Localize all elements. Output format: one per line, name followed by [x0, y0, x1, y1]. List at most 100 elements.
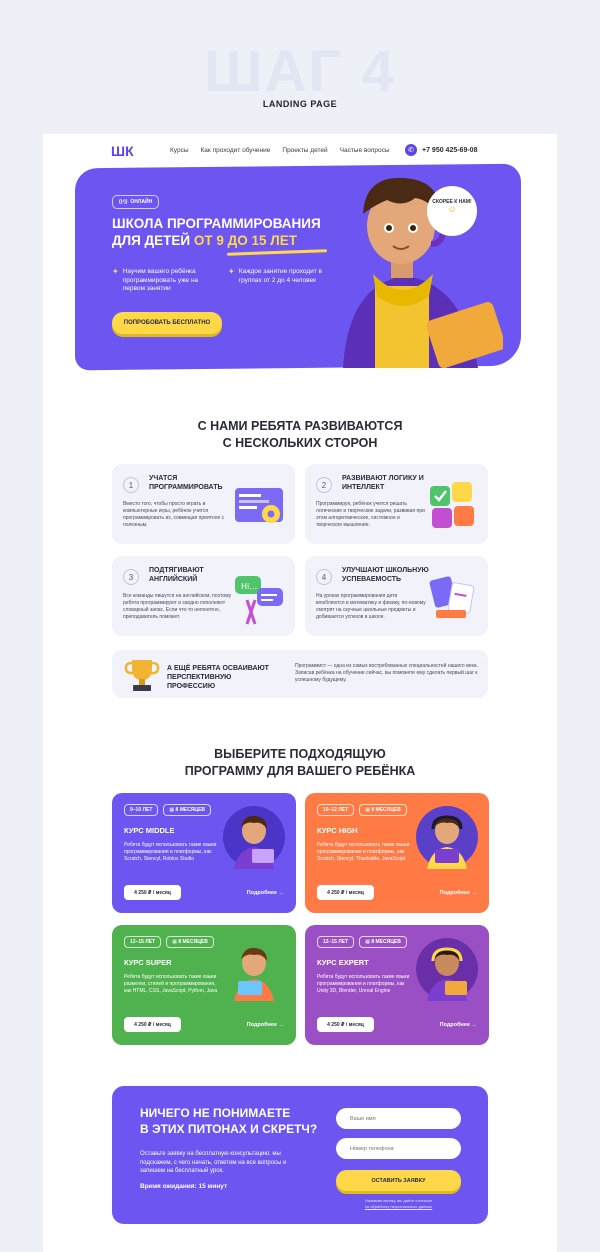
- courses-title-line-2: ПРОГРАММУ ДЛЯ ВАШЕГО РЕБЁНКА: [184, 764, 416, 778]
- svg-text:Hi…: Hi…: [241, 582, 257, 591]
- feature-card-english: 3 ПОДТЯГИВАЮТ АНГЛИЙСКИЙ Все команды пиш…: [112, 556, 295, 636]
- try-free-button[interactable]: ПОПРОБОВАТЬ БЕСПЛАТНО: [112, 312, 222, 334]
- consent-link[interactable]: на обработку персональных данных: [365, 1204, 432, 1209]
- broadcast-icon: ((•)): [119, 199, 128, 205]
- course-title: КУРС SUPER: [124, 958, 172, 967]
- nav-links: Курсы Как проходит обучение Проекты дете…: [170, 147, 390, 154]
- feature-desc: Все команды пишутся на английском, поэто…: [123, 593, 232, 620]
- trophy-icon: [124, 660, 160, 691]
- feature-number: 4: [316, 569, 332, 585]
- course-duration: 8 МЕСЯЦЕВ: [178, 939, 208, 945]
- courses-title: ВЫБЕРИТЕ ПОДХОДЯЩУЮ ПРОГРАММУ ДЛЯ ВАШЕГО…: [43, 746, 557, 780]
- chat-bubble-icon: Hi…: [235, 576, 283, 625]
- books-icon: [429, 576, 475, 618]
- nav-link-projects[interactable]: Проекты детей: [282, 147, 327, 154]
- course-duration: 8 МЕСЯЦЕВ: [175, 807, 206, 813]
- course-card-middle[interactable]: 9–10 ЛЕТ ▦ 8 МЕСЯЦЕВ КУРС MIDDLE Ребята …: [112, 793, 296, 913]
- step-background-title: ШАГ 4: [204, 39, 396, 104]
- course-duration: 8 МЕСЯЦЕВ: [371, 939, 401, 945]
- nav-link-faq[interactable]: Частые вопросы: [340, 147, 390, 154]
- profession-title: А ЕЩЁ РЕБЯТА ОСВАИВАЮТ ПЕРСПЕКТИВНУЮ ПРО…: [167, 665, 269, 690]
- kid-avatar: [416, 806, 478, 869]
- form-title-line-2: В ЭТИХ ПИТОНАХ И СКРЕТЧ?: [140, 1122, 318, 1136]
- profession-desc: Программист — одна из самых востребованн…: [295, 663, 478, 683]
- course-desc: Ребята будут использовать такие языки пр…: [317, 974, 410, 994]
- course-desc: Ребята будут использовать такие языки пр…: [124, 842, 217, 862]
- course-price: 4 250 ₽ / месяц: [317, 885, 374, 900]
- hero-bullet-1-text: Научим вашего ребёнка программировать уж…: [122, 268, 199, 292]
- course-price: 4 250 ₽ / месяц: [124, 1017, 181, 1032]
- hero-title-highlight: ОТ 9 ДО 15 ЛЕТ: [193, 233, 298, 248]
- hero-kid-illustration: [343, 177, 503, 368]
- online-tag-label: ОНЛАЙН: [130, 199, 153, 205]
- features-title-line-1: С НАМИ РЕБЯТА РАЗВИВАЮТСЯ: [197, 419, 403, 433]
- kid-avatar: [223, 806, 285, 869]
- step-label: LANDING PAGE: [262, 99, 338, 109]
- feature-desc: Вместо того, чтобы просто играть в компь…: [123, 501, 225, 528]
- feature-number: 3: [123, 569, 139, 585]
- sparkle-icon: ✦: [228, 267, 235, 276]
- phone-contact[interactable]: ✆ +7 950 425-69-08: [405, 144, 477, 156]
- course-duration-chip: ▦ 8 МЕСЯЦЕВ: [359, 804, 407, 816]
- course-age-chip: 10–12 ЛЕТ: [317, 804, 355, 816]
- course-more-link[interactable]: Подробнее →: [440, 1022, 477, 1028]
- form-title-line-1: НИЧЕГО НЕ ПОНИМАЕТЕ: [140, 1106, 291, 1120]
- name-input[interactable]: [336, 1108, 461, 1129]
- feature-number: 2: [316, 477, 332, 493]
- course-age-chip: 9–10 ЛЕТ: [124, 804, 159, 816]
- form-wait-time: Время ожидания: 15 минут: [140, 1183, 228, 1190]
- code-window-icon: [235, 488, 283, 523]
- course-duration-chip: ▦ 8 МЕСЯЦЕВ: [166, 936, 214, 948]
- feature-title: РАЗВИВАЮТ ЛОГИКУ И ИНТЕЛЛЕКТ: [342, 475, 424, 491]
- course-price: 4 250 ₽ / месяц: [317, 1017, 374, 1032]
- form-desc: Оставьте заявку на бесплатную консультац…: [140, 1151, 287, 1174]
- consent-text: Нажимая кнопку, вы даёте согласие на обр…: [336, 1198, 461, 1210]
- course-title: КУРС MIDDLE: [124, 826, 175, 835]
- feature-desc: Программируя, ребёнок учится решать логи…: [316, 501, 425, 528]
- landing-page: ШК Курсы Как проходит обучение Проекты д…: [43, 134, 557, 1252]
- nav-link-courses[interactable]: Курсы: [170, 147, 189, 154]
- course-desc: Ребята будут использовать такие языки ра…: [124, 974, 218, 994]
- feature-title: ПОДТЯГИВАЮТ АНГЛИЙСКИЙ: [149, 567, 204, 583]
- puzzle-icon: [430, 482, 474, 528]
- course-desc: Ребята будут использовать такие языки пр…: [317, 842, 410, 862]
- hero-title-line-1: ШКОЛА ПРОГРАММИРОВАНИЯ: [112, 216, 321, 231]
- course-duration-chip: ▦ 8 МЕСЯЦЕВ: [359, 936, 407, 948]
- feature-card-logic: 2 РАЗВИВАЮТ ЛОГИКУ И ИНТЕЛЛЕКТ Программи…: [305, 464, 488, 544]
- feature-title: УЛУЧШАЮТ ШКОЛЬНУЮ УСПЕВАЕМОСТЬ: [342, 567, 429, 583]
- phone-icon: ✆: [405, 144, 417, 156]
- course-more-link[interactable]: Подробнее →: [247, 890, 284, 896]
- features-title-line-2: С НЕСКОЛЬКИХ СТОРОН: [222, 436, 378, 450]
- course-card-high[interactable]: 10–12 ЛЕТ ▦ 8 МЕСЯЦЕВ КУРС HIGH Ребята б…: [305, 793, 489, 913]
- online-tag: ((•)) ОНЛАЙН: [112, 195, 160, 209]
- kid-avatar: [416, 938, 478, 1001]
- kid-avatar: [234, 947, 274, 1001]
- hero-bullet-1: ✦ Научим вашего ребёнка программировать …: [112, 267, 222, 294]
- submit-request-button[interactable]: ОСТАВИТЬ ЗАЯВКУ: [336, 1170, 461, 1191]
- nav-link-how-it-works[interactable]: Как проходит обучение: [201, 147, 271, 154]
- course-duration: 8 МЕСЯЦЕВ: [371, 807, 401, 813]
- speech-bubble: СКОРЕЕ К НАМ! ☺: [427, 186, 477, 236]
- feature-card-school: 4 УЛУЧШАЮТ ШКОЛЬНУЮ УСПЕВАЕМОСТЬ На урок…: [305, 556, 488, 636]
- logo[interactable]: ШК: [111, 143, 134, 159]
- course-more-link[interactable]: Подробнее →: [247, 1022, 284, 1028]
- feature-title: УЧАТСЯ ПРОГРАММИРОВАТЬ: [149, 475, 223, 491]
- sparkle-icon: ✦: [112, 267, 119, 276]
- course-more-link[interactable]: Подробнее →: [440, 890, 477, 896]
- phone-input[interactable]: [336, 1138, 461, 1159]
- course-duration-chip: ▦ 8 МЕСЯЦЕВ: [163, 804, 212, 816]
- course-title: КУРС EXPERT: [317, 958, 369, 967]
- course-price: 4 250 ₽ / месяц: [124, 885, 181, 900]
- form-title: НИЧЕГО НЕ ПОНИМАЕТЕ В ЭТИХ ПИТОНАХ И СКР…: [140, 1105, 340, 1137]
- courses-title-line-1: ВЫБЕРИТЕ ПОДХОДЯЩУЮ: [214, 747, 386, 761]
- feature-desc: На уроках программирования дети влюбляют…: [316, 593, 426, 620]
- course-card-super[interactable]: 12–15 ЛЕТ ▦ 8 МЕСЯЦЕВ КУРС SUPER Ребята …: [112, 925, 296, 1045]
- feature-card-profession: А ЕЩЁ РЕБЯТА ОСВАИВАЮТ ПЕРСПЕКТИВНУЮ ПРО…: [112, 650, 488, 698]
- course-age-chip: 12–15 ЛЕТ: [124, 936, 162, 948]
- hero-banner: ((•)) ОНЛАЙН ШКОЛА ПРОГРАММИРОВАНИЯ ДЛЯ …: [75, 163, 521, 371]
- consent-line-1: Нажимая кнопку, вы даёте согласие: [365, 1198, 432, 1203]
- course-card-expert[interactable]: 12–15 ЛЕТ ▦ 8 МЕСЯЦЕВ КУРС EXPERT Ребята…: [305, 925, 489, 1045]
- course-age-chip: 12–15 ЛЕТ: [317, 936, 355, 948]
- hero-title-line-2: ДЛЯ ДЕТЕЙ: [112, 233, 191, 248]
- feature-card-programming: 1 УЧАТСЯ ПРОГРАММИРОВАТЬ Вместо того, чт…: [112, 464, 295, 544]
